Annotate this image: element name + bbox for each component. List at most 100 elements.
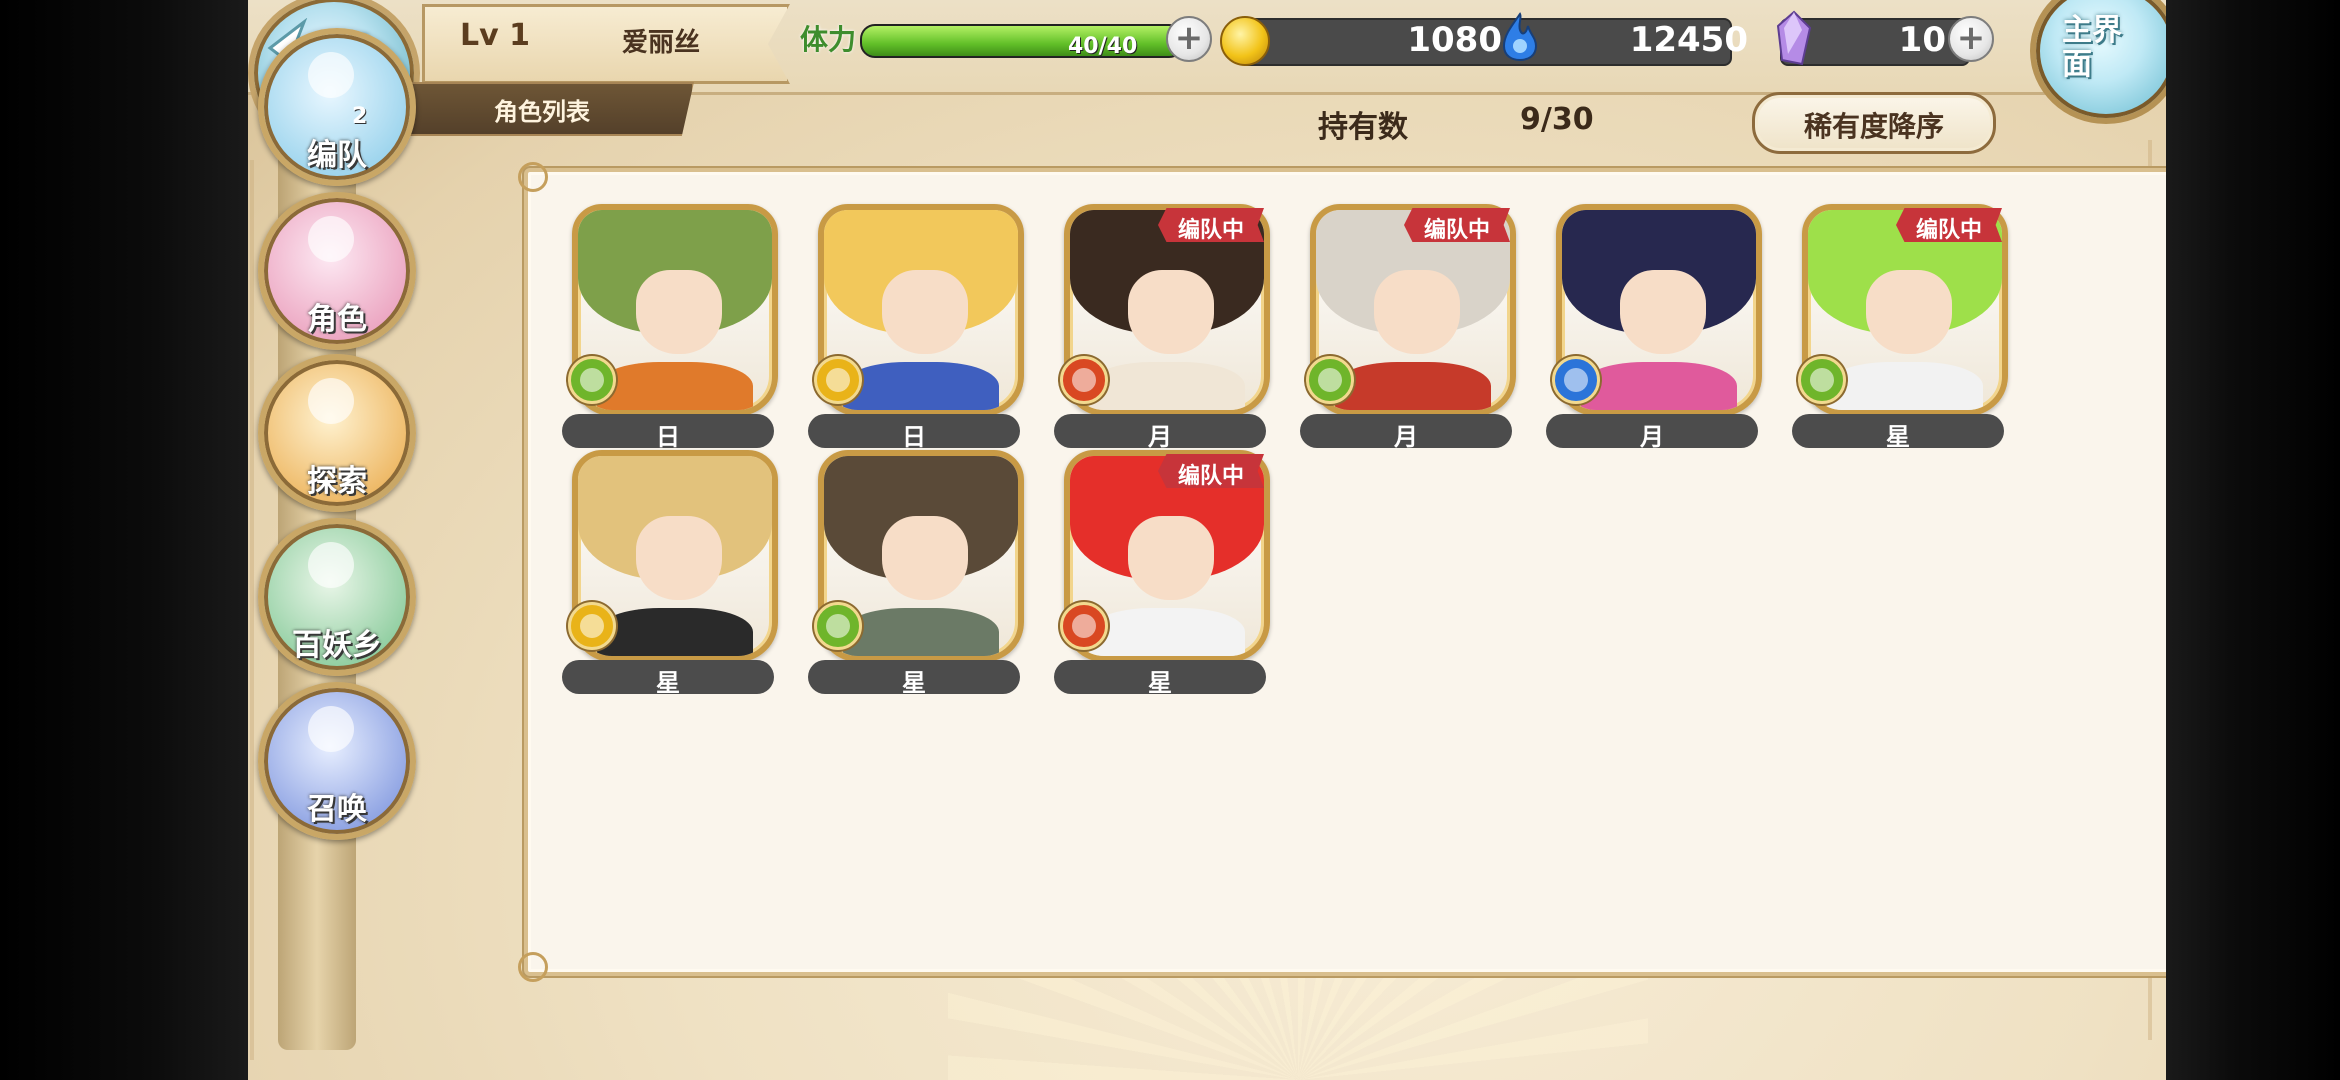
nav-label: 召唤 bbox=[307, 792, 367, 827]
in-team-badge: 编队中 bbox=[1158, 208, 1264, 242]
nav-label: 角色 bbox=[307, 302, 367, 337]
character-type-pill: 月 bbox=[1546, 414, 1758, 451]
nav-item-2[interactable]: 角色 bbox=[258, 192, 416, 350]
character-outfit bbox=[597, 608, 753, 656]
character-type-label: 星 bbox=[1886, 423, 1910, 451]
soul-amount: 12450 bbox=[1629, 20, 1748, 60]
sort-label: 稀有度降序 bbox=[1803, 110, 1944, 143]
character-card[interactable]: 星 bbox=[562, 450, 778, 697]
water-element-icon bbox=[1552, 356, 1600, 404]
character-outfit bbox=[1335, 362, 1491, 410]
home-label[interactable]: 主界面 bbox=[2062, 14, 2142, 82]
soul-flame-icon bbox=[1502, 12, 1538, 62]
character-card[interactable]: 日 bbox=[808, 204, 1024, 451]
owned-count-label: 持有数 bbox=[1318, 110, 1408, 145]
character-type-pill: 月 bbox=[1300, 414, 1512, 451]
nav-item-5[interactable]: 召唤 bbox=[258, 682, 416, 840]
character-type-pill: 月 bbox=[1054, 414, 1266, 451]
panel-corner-ornament bbox=[518, 952, 548, 982]
nav-label: 探索 bbox=[307, 464, 367, 499]
character-outfit bbox=[1089, 362, 1245, 410]
add-gems-button[interactable]: + bbox=[1948, 16, 1994, 62]
character-type-label: 月 bbox=[1394, 423, 1418, 451]
character-face bbox=[882, 270, 968, 354]
in-team-badge: 编队中 bbox=[1896, 208, 2002, 242]
character-type-pill: 星 bbox=[562, 660, 774, 697]
right-letterbox bbox=[2166, 0, 2340, 1080]
ghost-icon bbox=[308, 52, 354, 98]
sort-rarity-button[interactable]: 稀有度降序 bbox=[1752, 92, 1996, 154]
character-outfit bbox=[1581, 362, 1737, 410]
character-face bbox=[1128, 516, 1214, 600]
player-name: 爱丽丝 bbox=[622, 28, 701, 58]
character-list-panel: 日日编队中月编队中月月编队中星星星编队中星 bbox=[518, 162, 2166, 982]
light-element-icon bbox=[568, 602, 616, 650]
element-emblem bbox=[1810, 368, 1834, 392]
nav-label: 百妖乡 bbox=[292, 628, 382, 663]
character-card[interactable]: 星 bbox=[808, 450, 1024, 697]
character-type-pill: 日 bbox=[808, 414, 1020, 451]
character-type-label: 星 bbox=[902, 669, 926, 697]
panel-corner-ornament bbox=[518, 162, 548, 192]
owned-count-value: 9/30 bbox=[1520, 102, 1594, 137]
game-stage: 返回 Lv 1 爱丽丝 角色列表 体力 40/40 + 1080 12450 1… bbox=[248, 0, 2166, 1080]
character-type-pill: 星 bbox=[808, 660, 1020, 697]
character-type-label: 日 bbox=[656, 423, 680, 451]
village-icon bbox=[308, 542, 354, 588]
left-decor-line bbox=[250, 160, 254, 1060]
swirl-icon bbox=[308, 706, 354, 752]
game-screen: 返回 Lv 1 爱丽丝 角色列表 体力 40/40 + 1080 12450 1… bbox=[0, 0, 2340, 1080]
element-emblem bbox=[1072, 614, 1096, 638]
light-element-icon bbox=[814, 356, 862, 404]
left-letterbox bbox=[0, 0, 248, 1080]
character-type-label: 星 bbox=[656, 669, 680, 697]
character-outfit bbox=[843, 362, 999, 410]
fire-element-icon bbox=[1060, 356, 1108, 404]
wind-element-icon bbox=[1306, 356, 1354, 404]
character-type-pill: 星 bbox=[1054, 660, 1266, 697]
gold-coin-icon bbox=[1220, 16, 1270, 66]
character-type-label: 星 bbox=[1148, 669, 1172, 697]
nav-label: 编队 bbox=[307, 138, 367, 173]
character-type-label: 日 bbox=[902, 423, 926, 451]
character-card[interactable]: 日 bbox=[562, 204, 778, 451]
in-team-label: 编队中 bbox=[1177, 464, 1244, 489]
add-stamina-button[interactable]: + bbox=[1166, 16, 1212, 62]
gold-amount: 1080 bbox=[1407, 20, 1502, 60]
character-outfit bbox=[843, 608, 999, 656]
character-face bbox=[882, 516, 968, 600]
character-type-pill: 日 bbox=[562, 414, 774, 451]
in-team-label: 编队中 bbox=[1177, 218, 1244, 243]
nav-item-4[interactable]: 百妖乡 bbox=[258, 518, 416, 676]
in-team-badge: 编队中 bbox=[1158, 454, 1264, 488]
character-type-label: 月 bbox=[1640, 423, 1664, 451]
nav-badge: 2 bbox=[352, 104, 368, 129]
character-card[interactable]: 编队中月 bbox=[1054, 204, 1270, 451]
wind-element-icon bbox=[814, 602, 862, 650]
stamina-label: 体力 bbox=[800, 23, 857, 56]
character-face bbox=[1128, 270, 1214, 354]
character-face bbox=[636, 270, 722, 354]
character-face bbox=[1866, 270, 1952, 354]
element-emblem bbox=[580, 614, 604, 638]
gem-amount: 10 bbox=[1898, 20, 1946, 60]
nav-item-1[interactable]: 2 编队 bbox=[258, 28, 416, 186]
section-title: 角色列表 bbox=[494, 98, 590, 126]
element-emblem bbox=[826, 368, 850, 392]
wind-element-icon bbox=[1798, 356, 1846, 404]
in-team-badge: 编队中 bbox=[1404, 208, 1510, 242]
character-card[interactable]: 编队中星 bbox=[1054, 450, 1270, 697]
stamina-value: 40/40 bbox=[1068, 34, 1138, 59]
character-face bbox=[1620, 270, 1706, 354]
character-card[interactable]: 月 bbox=[1546, 204, 1762, 451]
character-outfit bbox=[597, 362, 753, 410]
player-level: Lv 1 bbox=[460, 18, 530, 53]
element-emblem bbox=[1318, 368, 1342, 392]
character-type-pill: 星 bbox=[1792, 414, 2004, 451]
element-emblem bbox=[580, 368, 604, 392]
character-card[interactable]: 编队中月 bbox=[1300, 204, 1516, 451]
nav-item-3[interactable]: 探索 bbox=[258, 354, 416, 512]
character-card[interactable]: 编队中星 bbox=[1792, 204, 2008, 451]
character-outfit bbox=[1089, 608, 1245, 656]
wind-element-icon bbox=[568, 356, 616, 404]
